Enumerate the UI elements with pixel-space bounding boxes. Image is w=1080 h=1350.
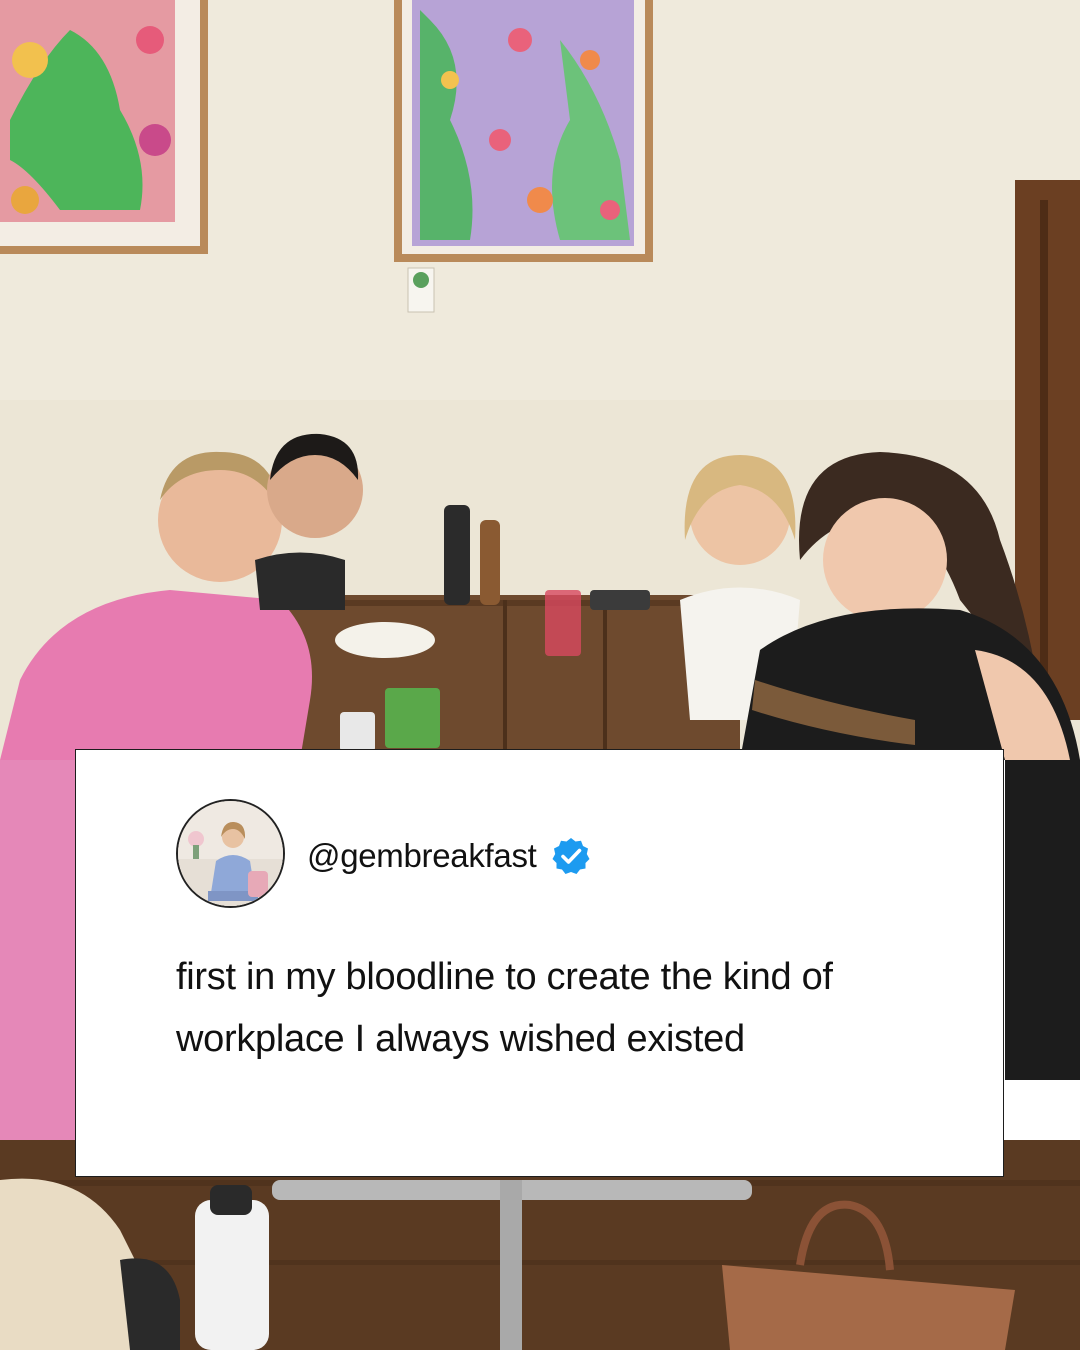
wall-painting-left [0,0,208,254]
wall-painting-center [394,0,653,262]
post-card: @gembreakfast first in my bloodline to c… [75,749,1004,1177]
post-text: first in my bloodline to create the kind… [176,956,833,1060]
avatar[interactable] [176,799,285,908]
username-handle[interactable]: @gembreakfast [307,837,537,875]
verified-badge-icon [552,838,590,874]
